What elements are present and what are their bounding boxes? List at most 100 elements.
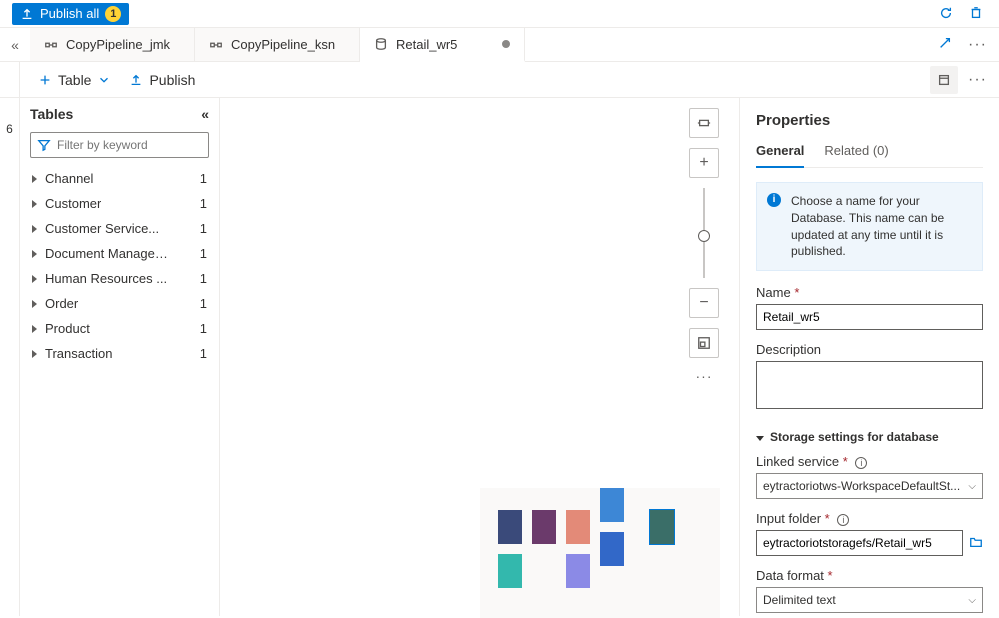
more-menu-icon[interactable]: ··· — [968, 71, 987, 89]
upload-icon — [129, 73, 143, 87]
tables-title: Tables — [30, 106, 73, 122]
info-icon[interactable]: i — [855, 457, 867, 469]
chevron-down-icon — [97, 73, 111, 87]
caret-right-icon — [32, 350, 37, 358]
fit-to-screen-button[interactable] — [689, 108, 719, 138]
caret-right-icon — [32, 200, 37, 208]
table-item-label: Document Managem... — [45, 246, 175, 261]
zoom-out-button[interactable]: − — [689, 288, 719, 318]
collapse-left-icon[interactable]: « — [0, 28, 30, 61]
tab-copypipeline-ksn[interactable]: CopyPipeline_ksn — [195, 28, 360, 61]
expand-icon[interactable] — [938, 36, 956, 54]
table-item[interactable]: Document Managem... 1 — [30, 241, 209, 266]
info-icon: i — [767, 193, 781, 207]
caret-right-icon — [32, 300, 37, 308]
entity-shape[interactable] — [600, 488, 624, 522]
input-folder-label: Input folder * i — [756, 511, 983, 526]
diagram-minimap — [480, 488, 720, 618]
info-callout: i Choose a name for your Database. This … — [756, 182, 983, 271]
canvas-more-icon[interactable]: ··· — [696, 368, 713, 384]
caret-right-icon — [32, 250, 37, 258]
entity-shape[interactable] — [532, 510, 556, 544]
info-icon[interactable]: i — [837, 514, 849, 526]
upload-icon — [20, 7, 34, 21]
description-label: Description — [756, 342, 983, 357]
tab-general[interactable]: General — [756, 143, 804, 168]
data-format-select[interactable]: Delimited text⌵ — [756, 587, 983, 613]
collapse-panel-icon[interactable]: « — [201, 106, 209, 122]
table-item[interactable]: Customer1 — [30, 191, 209, 216]
minimap-toggle-button[interactable] — [689, 328, 719, 358]
refresh-icon[interactable] — [939, 6, 955, 22]
more-menu-icon[interactable]: ··· — [968, 36, 987, 54]
chevron-down-icon: ⌵ — [968, 481, 976, 492]
table-item[interactable]: Transaction 1 — [30, 341, 209, 366]
add-table-label: Table — [58, 72, 91, 88]
entity-shape[interactable] — [498, 554, 522, 588]
tables-panel: Tables « Channel1Customer1Customer Servi… — [20, 98, 220, 616]
zoom-in-button[interactable]: + — [689, 148, 719, 178]
publish-button[interactable]: Publish — [129, 72, 195, 88]
tab-copypipeline-jmk[interactable]: CopyPipeline_jmk — [30, 28, 195, 61]
table-item-label: Transaction — [45, 346, 112, 361]
table-item-label: Customer Service... — [45, 221, 159, 236]
canvas-area[interactable]: + − ··· — [220, 98, 739, 616]
filter-input-container — [30, 132, 209, 158]
pending-changes-badge: 1 — [105, 6, 121, 22]
table-item[interactable]: Human Resources ...1 — [30, 266, 209, 291]
discard-icon[interactable] — [969, 6, 985, 22]
table-item[interactable]: Channel 1 — [30, 166, 209, 191]
entity-shape[interactable] — [600, 532, 624, 566]
linked-service-select[interactable]: eytractoriotws-WorkspaceDefaultSt...⌵ — [756, 473, 983, 499]
filter-input[interactable] — [57, 138, 212, 152]
tab-label: CopyPipeline_ksn — [231, 37, 335, 52]
add-table-button[interactable]: Table — [38, 72, 111, 88]
properties-toggle-icon[interactable] — [930, 66, 958, 94]
table-item-label: Channel — [45, 171, 93, 186]
properties-title: Properties — [756, 112, 983, 129]
input-folder-input[interactable] — [756, 530, 963, 556]
properties-panel: Properties General Related (0) i Choose … — [739, 98, 999, 616]
publish-all-button[interactable]: Publish all 1 — [12, 3, 129, 25]
table-item-count: 1 — [200, 296, 207, 311]
table-item-count: 1 — [200, 246, 207, 261]
plus-icon — [38, 73, 52, 87]
table-item[interactable]: Order 1 — [30, 291, 209, 316]
caret-right-icon — [32, 275, 37, 283]
name-label: Name * — [756, 285, 983, 300]
caret-right-icon — [32, 325, 37, 333]
caret-right-icon — [32, 225, 37, 233]
caret-right-icon — [32, 175, 37, 183]
linked-service-label: Linked service * i — [756, 454, 983, 469]
browse-folder-icon[interactable] — [969, 535, 983, 552]
publish-label: Publish — [149, 72, 195, 88]
table-item-count: 1 — [200, 221, 207, 236]
chevron-down-icon: ⌵ — [968, 595, 976, 606]
description-input[interactable] — [756, 361, 983, 409]
table-item[interactable]: Product1 — [30, 316, 209, 341]
entity-shape[interactable] — [498, 510, 522, 544]
tab-related[interactable]: Related (0) — [824, 143, 888, 167]
entity-shape[interactable] — [566, 510, 590, 544]
filter-icon — [37, 138, 51, 152]
table-item-label: Order — [45, 296, 78, 311]
entity-shape[interactable] — [566, 554, 590, 588]
zoom-slider-handle[interactable] — [698, 230, 710, 242]
table-item[interactable]: Customer Service... 1 — [30, 216, 209, 241]
gutter-count: 6 — [6, 122, 13, 136]
tab-label: CopyPipeline_jmk — [66, 37, 170, 52]
name-input[interactable] — [756, 304, 983, 330]
table-item-count: 1 — [200, 346, 207, 361]
data-format-label: Data format * — [756, 568, 983, 583]
info-text: Choose a name for your Database. This na… — [791, 194, 944, 258]
tab-retail-wr5[interactable]: Retail_wr5 — [360, 28, 525, 62]
storage-settings-toggle[interactable]: Storage settings for database — [756, 430, 983, 444]
table-item-label: Human Resources ... — [45, 271, 167, 286]
pipeline-icon — [44, 38, 58, 52]
entity-shape[interactable] — [650, 510, 674, 544]
database-icon — [374, 37, 388, 51]
publish-all-label: Publish all — [40, 6, 99, 21]
zoom-slider-track — [703, 188, 705, 278]
table-item-count: 1 — [200, 321, 207, 336]
table-item-count: 1 — [200, 171, 207, 186]
